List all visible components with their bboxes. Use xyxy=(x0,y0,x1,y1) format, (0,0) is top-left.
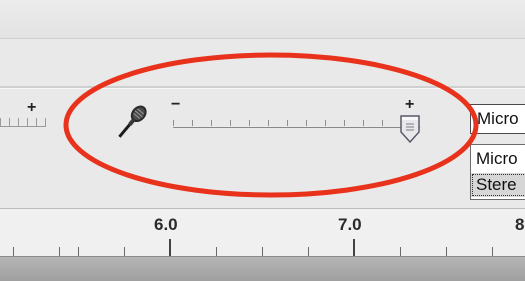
ruler-label-7: 7.0 xyxy=(338,215,362,234)
input-device-select[interactable]: Micro xyxy=(470,104,525,134)
ruler-label-6: 6.0 xyxy=(154,215,178,234)
input-device-dropdown-list: Micro Stere xyxy=(470,144,525,200)
ruler-label-8: 8 xyxy=(515,215,525,234)
recording-volume-slider[interactable] xyxy=(173,127,420,128)
recording-slider-thumb[interactable] xyxy=(398,110,422,144)
menu-bar-strip xyxy=(0,0,525,38)
playback-slider-plus-label: + xyxy=(27,99,37,116)
recording-slider-ticks xyxy=(173,120,420,126)
input-device-option-microphone[interactable]: Micro xyxy=(471,147,525,171)
ruler-major-tick xyxy=(353,239,355,257)
track-area[interactable] xyxy=(0,256,525,281)
microphone-icon xyxy=(118,105,147,138)
recording-slider-min-label: − xyxy=(171,96,181,113)
ruler-major-tick xyxy=(169,239,171,257)
input-device-option-stereo-mix[interactable]: Stere xyxy=(471,173,525,197)
toolbar-divider xyxy=(0,86,525,89)
timeline-ruler[interactable]: 6.0 7.0 8 xyxy=(0,208,525,257)
audio-editor-window: + − + Micro Micro Stere 6.0 7.0 8 xyxy=(0,0,525,281)
input-device-selected-value: Micro xyxy=(477,109,519,128)
playback-volume-slider[interactable] xyxy=(0,120,46,127)
